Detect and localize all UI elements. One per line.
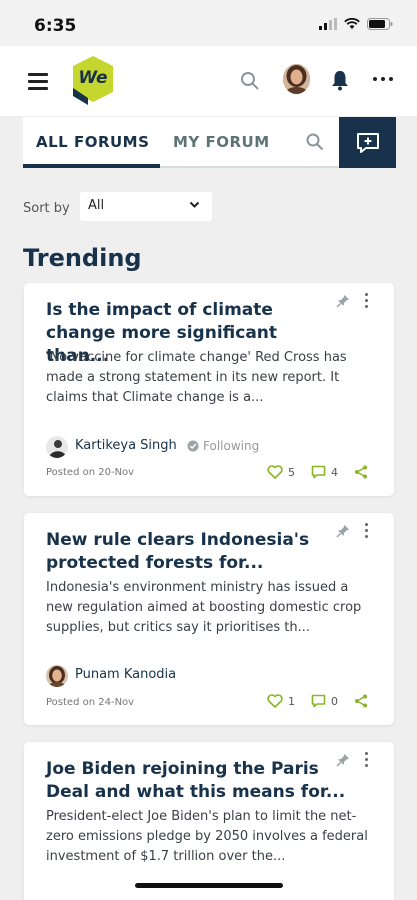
battery-icon (367, 18, 393, 30)
post-card[interactable]: New rule clears Indonesia's protected fo… (24, 513, 394, 725)
menu-icon[interactable] (28, 73, 48, 90)
post-stats: 5 4 (267, 465, 368, 479)
comment-icon[interactable] (311, 465, 326, 479)
tab-my-forum[interactable]: MY FORUM (173, 133, 270, 151)
status-icons (319, 18, 393, 30)
status-time: 6:35 (34, 16, 77, 36)
app-header: We (0, 46, 417, 116)
sort-label: Sort by (23, 201, 70, 216)
post-excerpt: 'No vaccine for climate change' Red Cros… (46, 350, 347, 405)
status-bar: 6:35 (0, 0, 417, 46)
share-icon[interactable] (354, 465, 368, 479)
home-indicator[interactable] (135, 883, 283, 888)
pin-icon[interactable] (336, 294, 350, 308)
chevron-down-icon (189, 201, 200, 208)
tabs-divider (160, 166, 340, 168)
pin-icon[interactable] (336, 753, 350, 767)
notification-bell-icon[interactable] (331, 69, 349, 91)
following-badge[interactable]: Following (187, 439, 259, 453)
post-date: Posted on 24-Nov (46, 697, 135, 708)
user-avatar[interactable] (283, 64, 310, 94)
comment-count: 4 (331, 465, 338, 479)
post-more-icon[interactable] (365, 523, 368, 538)
post-title[interactable]: Joe Biden rejoining the Paris Deal and w… (46, 758, 346, 804)
heart-icon[interactable] (267, 694, 283, 708)
forum-search-icon[interactable] (306, 133, 324, 151)
post-excerpt: President-elect Joe Biden's plan to limi… (46, 809, 368, 864)
tab-all-forums[interactable]: ALL FORUMS (36, 133, 149, 151)
check-circle-icon (187, 440, 199, 452)
comment-count: 0 (331, 694, 338, 708)
heart-icon[interactable] (267, 465, 283, 479)
post-more-icon[interactable] (365, 752, 368, 767)
post-stats: 1 0 (267, 694, 368, 708)
share-icon[interactable] (354, 694, 368, 708)
wifi-icon (344, 18, 360, 29)
signal-icon (319, 18, 337, 30)
post-excerpt: Indonesia's environment ministry has iss… (46, 580, 362, 635)
sort-dropdown[interactable]: All (80, 192, 212, 221)
post-title[interactable]: New rule clears Indonesia's protected fo… (46, 529, 346, 575)
author-avatar[interactable] (46, 436, 68, 458)
compose-icon (356, 132, 379, 153)
post-date: Posted on 20-Nov (46, 467, 135, 478)
forum-tabs: ALL FORUMS MY FORUM (23, 117, 396, 168)
author-name[interactable]: Kartikeya Singh (75, 438, 177, 453)
app-logo[interactable]: We (70, 52, 116, 112)
new-post-button[interactable] (339, 117, 396, 168)
like-count: 5 (288, 465, 295, 479)
post-card[interactable]: Joe Biden rejoining the Paris Deal and w… (24, 742, 394, 900)
author-name[interactable]: Punam Kanodia (75, 667, 176, 682)
comment-icon[interactable] (311, 694, 326, 708)
pin-icon[interactable] (336, 524, 350, 538)
active-tab-indicator (23, 164, 160, 168)
section-title: Trending (23, 244, 142, 272)
like-count: 1 (288, 694, 295, 708)
author-avatar[interactable] (46, 665, 68, 687)
sort-value: All (88, 198, 105, 213)
following-label: Following (203, 439, 260, 453)
more-options-icon[interactable] (373, 77, 393, 81)
post-more-icon[interactable] (365, 293, 368, 308)
search-icon[interactable] (240, 71, 260, 91)
post-card[interactable]: Is the impact of climate change more sig… (24, 283, 394, 496)
logo-text: We (78, 68, 107, 88)
